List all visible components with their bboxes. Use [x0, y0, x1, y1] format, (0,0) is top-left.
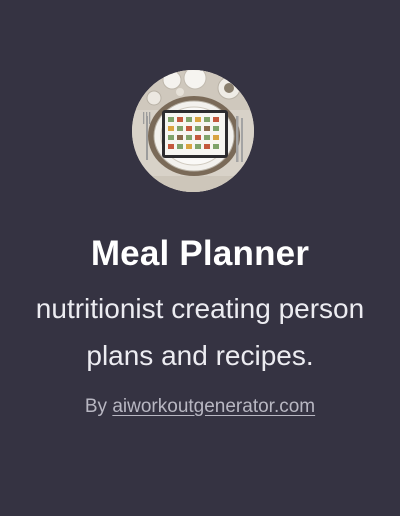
gpt-avatar — [132, 70, 254, 192]
gpt-description: nutritionist creating person plans and r… — [0, 290, 400, 380]
byline-prefix: By — [84, 396, 108, 417]
gpt-description-line-1: nutritionist creating person — [35, 293, 365, 324]
gpt-description-line-2: plans and recipes. — [86, 340, 314, 371]
gpt-title: Meal Planner — [90, 234, 310, 273]
author-link[interactable]: aiworkoutgenerator.com — [112, 396, 315, 417]
gpt-byline: By aiworkoutgenerator.com — [0, 396, 400, 418]
meal-planner-avatar-icon — [132, 70, 254, 192]
